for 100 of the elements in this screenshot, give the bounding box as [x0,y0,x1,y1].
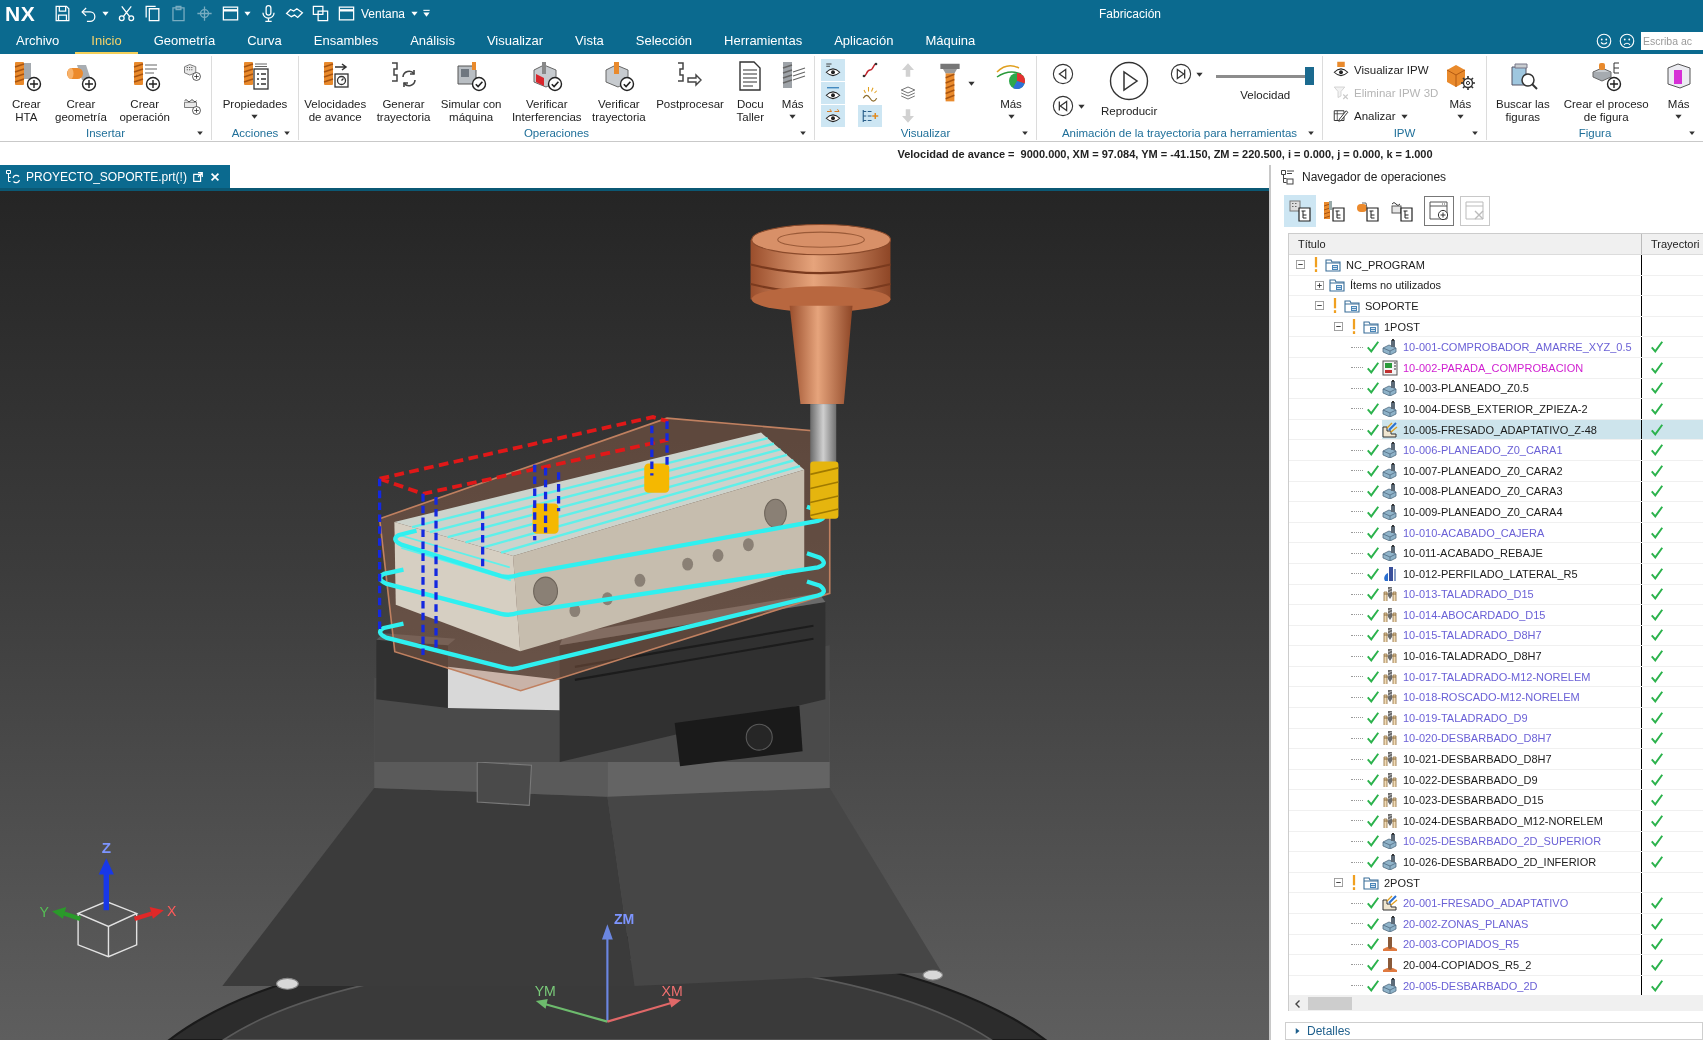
caret-icon[interactable] [1307,129,1315,137]
ribbon-tab[interactable]: Herramientas [708,27,819,54]
sad-face-icon[interactable] [1618,31,1636,50]
horizontal-scrollbar[interactable] [1289,996,1703,1012]
scroll-left-icon[interactable] [1293,998,1303,1009]
collapse-icon[interactable] [1333,322,1343,332]
ribbon-button[interactable]: Crear geometría [52,57,110,123]
ribbon-button[interactable] [821,105,845,127]
ribbon-button[interactable]: Postprocesar [653,57,727,111]
caret-icon[interactable] [1195,70,1205,79]
ribbon-button[interactable]: Docu Taller [731,57,770,123]
ribbon-tab[interactable]: Archivo [0,27,76,54]
tree-item[interactable]: 10-005-FRESADO_ADAPTATIVO_Z-48 [1382,419,1641,440]
save-icon[interactable] [53,4,72,23]
caret-icon[interactable] [243,9,252,18]
tree-item[interactable]: 20-005-DESBARBADO_2D [1382,975,1641,996]
window-icon[interactable] [221,4,240,23]
tree-item[interactable]: 20-002-ZONAS_PLANAS [1382,914,1641,934]
tree-item[interactable]: 20-004-COPIADOS_R5_2 [1382,955,1641,975]
ribbon-button[interactable]: Crear HTA [7,57,46,123]
tree-item[interactable]: 10-007-PLANEADO_Z0_CARA2 [1382,460,1641,481]
search-field[interactable]: Escriba ac [1641,31,1703,50]
caret-icon[interactable] [101,9,110,18]
tree-item[interactable]: 10-018-ROSCADO-M12-NORELEM [1382,687,1641,708]
tree-item[interactable]: 10-006-PLANEADO_Z0_CARA1 [1382,440,1641,460]
ribbon-tab[interactable]: Curva [231,27,298,54]
tree-item[interactable]: 10-010-ACABADO_CAJERA [1382,522,1641,543]
view-button[interactable] [1284,194,1316,227]
ribbon-tab[interactable]: Visualizar [470,27,560,54]
tree-item[interactable]: 10-013-TALADRADO_D15 [1382,584,1641,605]
caret-icon[interactable] [283,129,291,137]
windows-icon[interactable] [311,4,330,23]
tree-item[interactable]: 10-019-TALADRADO_D9 [1382,708,1641,728]
smiley-icon[interactable] [1595,31,1613,50]
ribbon-button[interactable] [821,82,845,104]
ribbon-tab[interactable]: Aplicación [818,27,910,54]
customize-caret-icon[interactable] [422,9,432,18]
scrollbar-thumb[interactable] [1308,997,1352,1011]
tree-item[interactable]: Ítems no utilizados [1329,275,1641,296]
caret-icon[interactable] [799,129,807,137]
copy-icon[interactable] [143,4,162,23]
tree-item[interactable]: 10-003-PLANEADO_Z0.5 [1382,378,1641,399]
document-tab[interactable]: PROYECTO_SOPORTE.prt(!) [0,165,230,188]
details-header[interactable]: Detalles [1285,1022,1703,1040]
scissors-icon[interactable] [117,4,136,23]
caret-icon[interactable] [1688,129,1696,137]
ribbon-tab[interactable]: Inicio [75,27,138,54]
toolbar-button[interactable] [1424,195,1454,226]
tree-item[interactable]: SOPORTE [1344,296,1641,316]
slider-thumb[interactable] [1305,67,1315,85]
tree-item[interactable]: 10-020-DESBARBADO_D8H7 [1382,728,1641,749]
tree-item[interactable]: 10-008-PLANEADO_Z0_CARA3 [1382,481,1641,502]
tree-item[interactable]: 10-024-DESBARBADO_M12-NORELEM [1382,811,1641,831]
tree-item[interactable]: 10-026-DESBARBADO_2D_INFERIOR [1382,852,1641,872]
ribbon-tab[interactable]: Máquina [909,27,992,54]
popout-icon[interactable] [191,170,204,183]
ribbon-button[interactable]: Buscar las figuras [1493,57,1553,123]
caret-icon[interactable] [1021,129,1029,137]
ribbon-button[interactable] [858,105,883,127]
ribbon-button[interactable]: Velocidades de avance [301,57,370,123]
tree-item[interactable]: NC_PROGRAM [1325,255,1641,275]
ribbon-button[interactable]: Propiedades [219,57,291,121]
ribbon-button[interactable]: Analizar [1329,105,1442,127]
ribbon-tab[interactable]: Análisis [394,27,471,54]
ribbon-button[interactable]: Más [1659,57,1698,121]
tree-item[interactable]: 10-025-DESBARBADO_2D_SUPERIOR [1382,831,1641,852]
tree-item[interactable]: 10-011-ACABADO_REBAJE [1382,543,1641,563]
step-back-icon[interactable] [1052,63,1074,85]
speed-slider[interactable] [1216,67,1315,85]
ribbon-tab[interactable]: Vista [559,27,620,54]
tree-item[interactable]: 10-009-PLANEADO_Z0_CARA4 [1382,502,1641,522]
tree-item[interactable]: 1POST [1363,316,1641,337]
ribbon-button[interactable]: Verificar Interferencias [508,57,585,123]
column-header[interactable]: Trayectori [1642,234,1703,254]
ribbon-button[interactable]: Crear operación [116,57,173,123]
ribbon-tab[interactable]: Ensambles [297,27,395,54]
tree-item[interactable]: 10-021-DESBARBADO_D8H7 [1382,749,1641,769]
tree-item[interactable]: 20-003-COPIADOS_R5 [1382,934,1641,955]
ribbon-tab[interactable]: Selección [619,27,709,54]
tree-item[interactable]: 10-014-ABOCARDADO_D15 [1382,605,1641,625]
ribbon-button[interactable]: Más [773,57,812,121]
caret-icon[interactable] [196,129,204,137]
skip-forward-icon[interactable] [1170,63,1193,85]
play-button[interactable]: Reproducir [1098,61,1161,117]
ribbon-button[interactable]: Visualizar IPW [1329,59,1442,81]
microphone-icon[interactable] [259,4,278,23]
tree-item[interactable]: 10-022-DESBARBADO_D9 [1382,769,1641,790]
ribbon-button[interactable]: Simular con máquina [437,57,505,123]
ribbon-button[interactable]: Más [992,57,1030,121]
ribbon-button[interactable] [821,59,845,81]
tree-item[interactable]: 10-017-TALADRADO-M12-NORELEM [1382,666,1641,687]
tree-item[interactable]: 10-016-TALADRADO_D8H7 [1382,646,1641,666]
collapse-icon[interactable] [1295,260,1305,270]
ribbon-tab[interactable]: Geometría [137,27,232,54]
ribbon-button[interactable]: Generar trayectoria [373,57,434,123]
collapse-icon[interactable] [1314,301,1324,311]
tree-item[interactable]: 10-002-PARADA_COMPROBACION [1382,357,1641,378]
close-icon[interactable] [208,170,221,183]
tree-item[interactable]: 10-023-DESBARBADO_D15 [1382,790,1641,811]
ribbon-button[interactable]: Más [1441,57,1480,121]
